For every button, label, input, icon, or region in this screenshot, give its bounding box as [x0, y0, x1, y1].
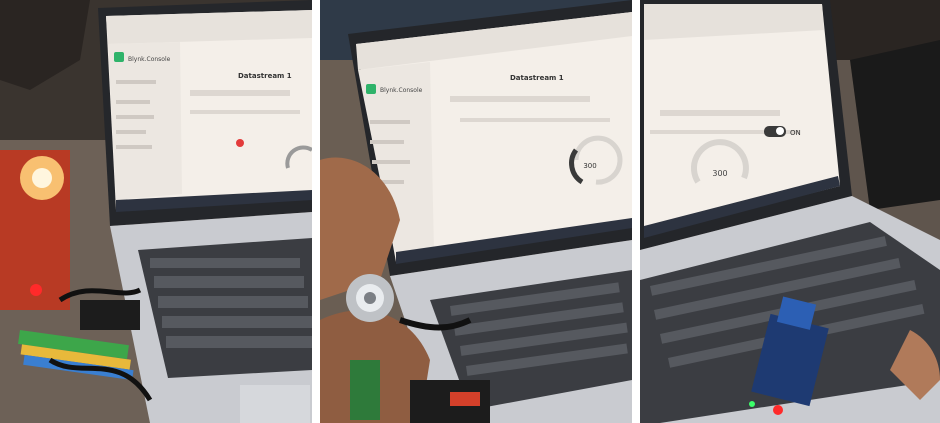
photo-collage: Blynk.Console Datastream 1 Blynk.Console… — [0, 0, 940, 423]
red-led — [30, 284, 42, 296]
photo-3-scene: 300 ON — [640, 0, 940, 423]
device-title: Datastream 1 — [510, 74, 564, 82]
logo-text: Blynk.Console — [380, 87, 423, 94]
blynk-logo-icon — [114, 52, 124, 62]
gauge-value: 300 — [712, 169, 727, 178]
device-title: Datastream 1 — [238, 72, 292, 80]
led-widget — [236, 139, 244, 147]
photo-2-scene: Blynk.Console Datastream 1 300 — [320, 0, 632, 423]
red-led — [773, 405, 783, 415]
toggle-label: ON — [790, 129, 801, 137]
photo-panel-1: Blynk.Console Datastream 1 — [0, 0, 312, 423]
photo-panel-2: Blynk.Console Datastream 1 300 — [320, 0, 632, 423]
gauge-value: 300 — [583, 162, 596, 170]
photo-panel-3: 300 ON — [640, 0, 940, 423]
photo-1-scene: Blynk.Console Datastream 1 — [0, 0, 312, 423]
logo-text: Blynk.Console — [128, 56, 171, 63]
blynk-logo-icon — [366, 84, 376, 94]
